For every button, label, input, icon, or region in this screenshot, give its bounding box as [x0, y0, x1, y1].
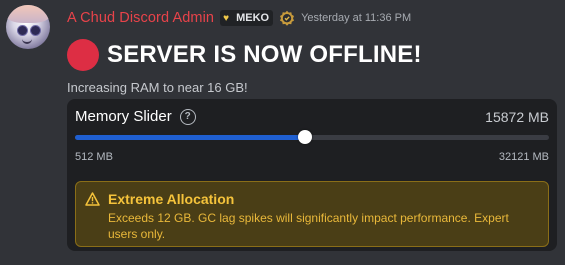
slider-max-label: 32121 MB	[498, 151, 549, 163]
slider-fill	[75, 135, 305, 140]
shield-badge-icon[interactable]	[279, 10, 295, 26]
alert-title: Extreme Allocation	[108, 191, 235, 207]
message-header: A Chud Discord Admin ♥ MEKO Yesterday at…	[67, 8, 411, 28]
message-subtitle: Increasing RAM to near 16 GB!	[67, 80, 248, 95]
avatar-eye-left	[17, 25, 28, 36]
slider-label: Memory Slider	[75, 108, 172, 125]
red-circle-icon	[67, 39, 99, 71]
warning-triangle-icon	[85, 192, 100, 206]
avatar[interactable]	[6, 5, 50, 49]
alert-body: Exceeds 12 GB. GC lag spikes will signif…	[108, 211, 509, 241]
slider-value: 15872 MB	[485, 109, 549, 125]
slider-label-group: Memory Slider ?	[75, 108, 196, 125]
server-tag-badge[interactable]: ♥ MEKO	[220, 10, 274, 26]
message-timestamp[interactable]: Yesterday at 11:36 PM	[301, 12, 411, 24]
server-tag-label: MEKO	[236, 12, 270, 24]
slider-card: Memory Slider ? 15872 MB 512 MB 32121 MB…	[67, 99, 557, 251]
memory-slider[interactable]	[75, 130, 549, 144]
avatar-mouth	[22, 38, 32, 44]
slider-min-label: 512 MB	[75, 151, 113, 163]
message-title-row: SERVER IS NOW OFFLINE!	[67, 36, 422, 74]
question-circle-icon[interactable]: ?	[179, 108, 196, 125]
heart-icon: ♥	[223, 12, 230, 24]
author-name[interactable]: A Chud Discord Admin	[67, 10, 214, 26]
slider-thumb[interactable]	[298, 130, 312, 144]
avatar-eye-right	[30, 25, 41, 36]
warning-alert: Extreme Allocation Exceeds 12 GB. GC lag…	[75, 181, 549, 247]
avatar-hair	[6, 5, 50, 23]
message-title: SERVER IS NOW OFFLINE!	[107, 41, 422, 68]
